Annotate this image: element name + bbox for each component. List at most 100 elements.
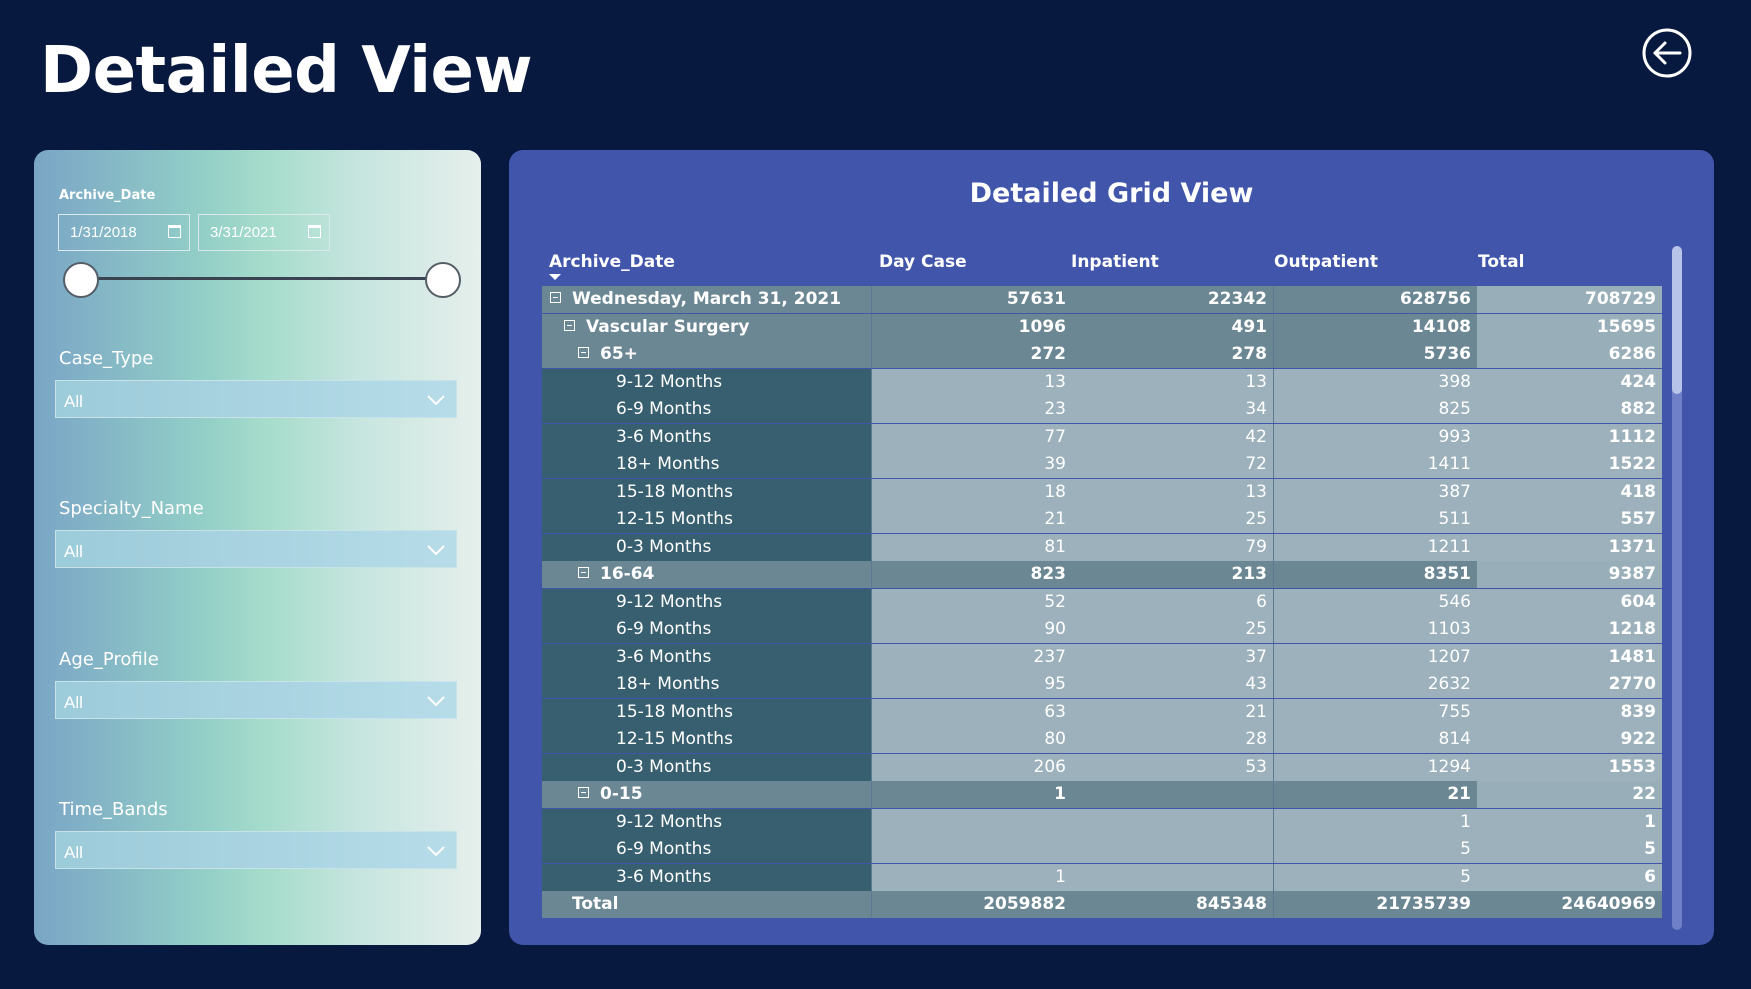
filter-panel: Archive_Date 1/31/2018 3/31/2021 Case_Ty… (34, 150, 481, 945)
inpatient-cell: 25 (1072, 616, 1274, 643)
outpatient-cell: 1 (1274, 808, 1477, 836)
chevron-down-icon (427, 395, 445, 406)
row-label-cell: 6-9 Months (542, 396, 872, 423)
row-label-cell: 15-18 Months (542, 698, 872, 726)
page-title: Detailed View (40, 34, 533, 108)
day-case-cell: 80 (872, 726, 1072, 753)
outpatient-cell: 398 (1274, 368, 1477, 396)
day-case-cell: 1 (872, 781, 1072, 808)
start-date-input[interactable]: 1/31/2018 (58, 214, 190, 251)
table-row: 9-12 Months 1 1 (542, 808, 1662, 836)
inpatient-cell (1072, 863, 1274, 891)
table-row: 6-9 Months 5 5 (542, 836, 1662, 863)
inpatient-cell: 845348 (1072, 891, 1274, 918)
day-case-cell: 90 (872, 616, 1072, 643)
vertical-scrollbar[interactable] (1672, 246, 1682, 930)
inpatient-cell: 43 (1072, 671, 1274, 698)
row-label-cell: 0-3 Months (542, 753, 872, 781)
archive-date-label: Archive_Date (59, 188, 156, 203)
table-row: Vascular Surgery 1096 491 14108 15695 (542, 313, 1662, 341)
calendar-icon[interactable] (168, 225, 181, 238)
table-row: 0-3 Months 206 53 1294 1553 (542, 753, 1662, 781)
case-type-value: All (64, 392, 83, 411)
outpatient-cell: 14108 (1274, 313, 1477, 341)
age-profile-dropdown[interactable]: All (55, 681, 457, 719)
row-label: 15-18 Months (616, 701, 733, 722)
table-row: 3-6 Months 237 37 1207 1481 (542, 643, 1662, 671)
sort-descending-icon[interactable] (549, 274, 561, 280)
row-label: 16-64 (600, 564, 655, 584)
table-row: 0-15 1 21 22 (542, 781, 1662, 808)
row-label: 6-9 Months (616, 839, 712, 859)
collapse-minus-icon[interactable] (578, 567, 589, 578)
column-header-outpatient[interactable]: Outpatient (1274, 252, 1378, 272)
table-row: 12-15 Months 21 25 511 557 (542, 506, 1662, 533)
time-bands-value: All (64, 843, 83, 862)
outpatient-cell: 814 (1274, 726, 1477, 753)
table-row: 6-9 Months 90 25 1103 1218 (542, 616, 1662, 643)
outpatient-cell: 8351 (1274, 561, 1477, 588)
day-case-cell (872, 836, 1072, 863)
column-header-archive-date[interactable]: Archive_Date (549, 252, 675, 272)
date-range-start-handle[interactable] (63, 262, 99, 298)
total-cell: 1112 (1477, 423, 1662, 451)
table-row: 9-12 Months 52 6 546 604 (542, 588, 1662, 616)
collapse-minus-icon[interactable] (564, 319, 575, 331)
age-profile-value: All (64, 693, 83, 712)
total-cell: 1481 (1477, 643, 1662, 671)
outpatient-cell: 993 (1274, 423, 1477, 451)
chevron-down-icon (427, 545, 445, 556)
total-cell: 418 (1477, 478, 1662, 506)
total-cell: 1522 (1477, 451, 1662, 478)
time-bands-label: Time_Bands (59, 799, 168, 820)
time-bands-dropdown[interactable]: All (55, 831, 457, 869)
row-label: 9-12 Months (616, 811, 723, 832)
row-label: 0-3 Months (616, 756, 712, 777)
collapse-minus-icon[interactable] (550, 292, 561, 303)
day-case-cell: 206 (872, 753, 1072, 781)
date-range-end-handle[interactable] (425, 262, 461, 298)
back-button[interactable] (1640, 26, 1694, 80)
collapse-minus-icon[interactable] (578, 347, 589, 358)
row-label-cell: 0-15 (542, 781, 872, 808)
inpatient-cell (1072, 808, 1274, 836)
outpatient-cell: 825 (1274, 396, 1477, 423)
calendar-icon[interactable] (308, 225, 321, 238)
outpatient-cell: 2632 (1274, 671, 1477, 698)
inpatient-cell: 213 (1072, 561, 1274, 588)
inpatient-cell: 13 (1072, 478, 1274, 506)
specialty-name-dropdown[interactable]: All (55, 530, 457, 568)
day-case-cell (872, 808, 1072, 836)
row-label-cell: 12-15 Months (542, 726, 872, 753)
row-label-cell: 12-15 Months (542, 506, 872, 533)
column-header-day-case[interactable]: Day Case (879, 252, 967, 272)
table-row: 65+ 272 278 5736 6286 (542, 341, 1662, 368)
row-label: 6-9 Months (616, 619, 712, 639)
total-row: Total 2059882 845348 21735739 24640969 (542, 891, 1662, 918)
case-type-dropdown[interactable]: All (55, 380, 457, 418)
row-label: 0-3 Months (616, 536, 712, 557)
row-label-cell: Wednesday, March 31, 2021 (542, 286, 872, 313)
column-header-inpatient[interactable]: Inpatient (1071, 252, 1159, 272)
outpatient-cell: 5 (1274, 863, 1477, 891)
end-date-input[interactable]: 3/31/2021 (198, 214, 330, 251)
outpatient-cell: 628756 (1274, 286, 1477, 313)
grid-title: Detailed Grid View (969, 178, 1254, 209)
day-case-cell: 52 (872, 588, 1072, 616)
date-range-slider-track[interactable] (79, 277, 441, 280)
day-case-cell: 2059882 (872, 891, 1072, 918)
table-row: Wednesday, March 31, 2021 57631 22342 62875… (542, 286, 1662, 313)
row-label-cell: 65+ (542, 341, 872, 368)
day-case-cell: 95 (872, 671, 1072, 698)
row-label-cell: 0-3 Months (542, 533, 872, 561)
inpatient-cell: 491 (1072, 313, 1274, 341)
total-cell: 9387 (1477, 561, 1662, 588)
collapse-minus-icon[interactable] (578, 787, 589, 798)
outpatient-cell: 21735739 (1274, 891, 1477, 918)
table-row: 15-18 Months 63 21 755 839 (542, 698, 1662, 726)
table-row: 0-3 Months 81 79 1211 1371 (542, 533, 1662, 561)
outpatient-cell: 1207 (1274, 643, 1477, 671)
outpatient-cell: 1211 (1274, 533, 1477, 561)
scrollbar-thumb[interactable] (1672, 246, 1682, 394)
column-header-total[interactable]: Total (1478, 252, 1524, 272)
